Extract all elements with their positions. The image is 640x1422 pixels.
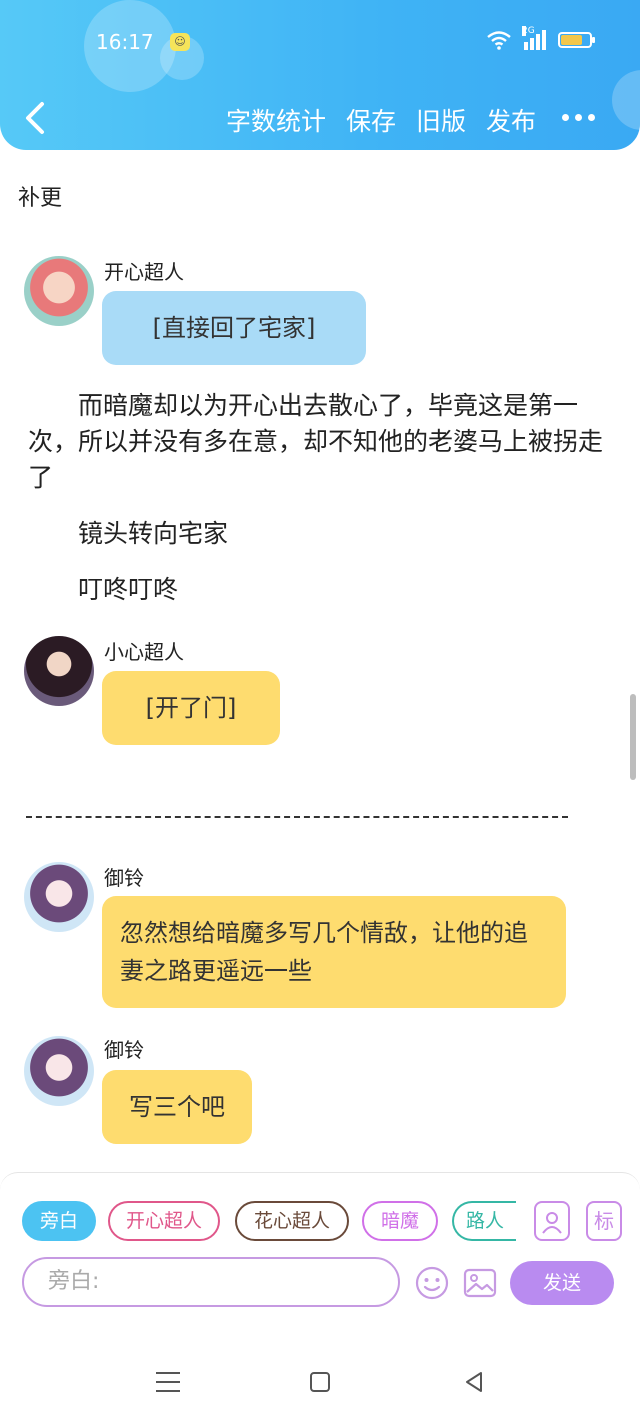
scrollbar-thumb[interactable] [630,694,636,780]
role-chip-narration[interactable]: 旁白 [22,1201,96,1241]
top-app-bar: 16:17 ☺ 2G 字数统计 保存 旧版 发布 [0,0,640,150]
speaker-name: 御铃 [104,866,144,890]
menu-icon[interactable] [156,1372,180,1399]
signal-icon: 2G [522,26,546,50]
input-placeholder: 旁白: [48,1269,100,1294]
avatar-xiaoxin[interactable] [24,636,94,706]
home-icon[interactable] [310,1372,330,1392]
toolbar-actions: 字数统计 保存 旧版 发布 [226,102,536,138]
battery-icon [558,32,595,48]
add-character-button[interactable] [534,1201,570,1241]
chat-bubble-text: [直接回了宅家] [152,314,316,342]
status-time: 16:17 [96,30,154,54]
section-divider [26,816,568,818]
person-icon [542,1212,562,1234]
image-icon[interactable] [462,1265,498,1301]
save-button[interactable]: 保存 [346,102,396,138]
role-chip-label: 暗魔 [380,1210,419,1232]
emoji-icon[interactable] [414,1265,450,1301]
role-chip-label: 旁白 [39,1210,78,1232]
narration-paragraph: 而暗魔却以为开心出去散心了，毕竟这是第一次，所以并没有多在意，却不知他的老婆马上… [28,391,604,492]
tag-button-label: 标 [594,1209,614,1233]
message-input[interactable]: 旁白: [22,1257,400,1307]
publish-button[interactable]: 发布 [486,102,536,138]
narration-paragraph: 叮咚叮咚 [78,575,179,604]
old-version-button[interactable]: 旧版 [416,102,466,138]
system-nav-bar [0,1342,640,1422]
send-button[interactable]: 发送 [510,1261,614,1305]
chapter-title: 补更 [18,186,63,211]
network-type: 2G [522,26,535,36]
back-button[interactable] [20,98,50,138]
role-chip-passerby[interactable]: 路人 [452,1201,516,1241]
narration-paragraph: 镜头转向宅家 [78,519,229,548]
tag-button[interactable]: 标 [586,1201,622,1241]
role-chip-label: 路人 [465,1210,504,1232]
avatar-kaixin[interactable] [24,256,94,326]
speaker-name: 御铃 [104,1038,144,1062]
avatar-yuling[interactable] [24,1036,94,1106]
word-count-button[interactable]: 字数统计 [226,102,326,138]
notification-app-icon: ☺ [170,33,190,51]
status-icons: 2G [486,26,595,50]
composer-panel: 旁白 开心超人 花心超人 暗魔 路人 标 旁白: 发送 [0,1172,640,1343]
role-chip-label: 开心超人 [125,1210,202,1232]
chat-bubble[interactable]: 写三个吧 [102,1070,252,1144]
role-chip-anmo[interactable]: 暗魔 [362,1201,438,1241]
more-options-button[interactable] [562,114,595,121]
back-triangle-icon[interactable] [462,1370,486,1394]
role-chip-huaxin[interactable]: 花心超人 [235,1201,349,1241]
chat-bubble-text: [开了门] [145,694,237,722]
chat-bubble[interactable]: 忽然想给暗魔多写几个情敌，让他的追妻之路更遥远一些 [102,896,566,1008]
battery-level [561,35,582,45]
speaker-name: 小心超人 [104,640,184,664]
chat-bubble-text: 写三个吧 [129,1093,225,1121]
chat-bubble[interactable]: [直接回了宅家] [102,291,366,365]
speaker-name: 开心超人 [104,260,184,284]
wifi-icon [487,31,511,50]
chat-bubble-text: 忽然想给暗魔多写几个情敌，让他的追妻之路更遥远一些 [120,919,528,985]
role-chip-kaixin[interactable]: 开心超人 [108,1201,220,1241]
decorative-bubble [612,70,640,130]
avatar-yuling[interactable] [24,862,94,932]
chat-bubble[interactable]: [开了门] [102,671,280,745]
role-chip-label: 花心超人 [253,1210,330,1232]
